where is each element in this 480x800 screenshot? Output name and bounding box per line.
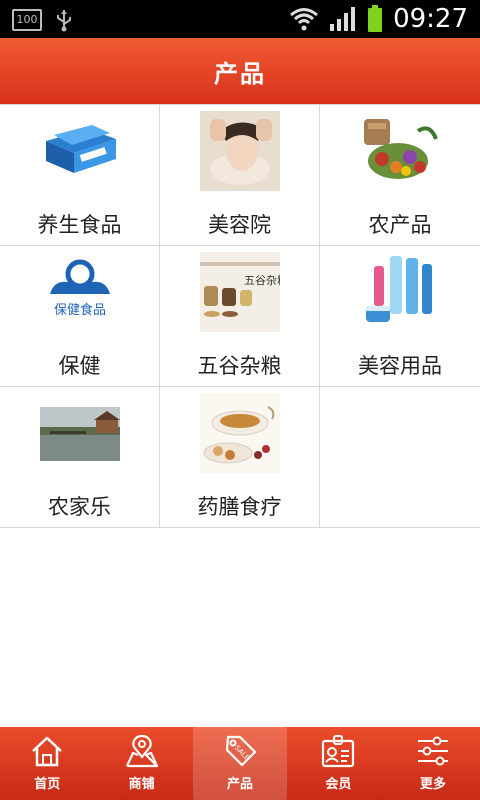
beauty-salon-image — [200, 111, 280, 191]
grid-item-label: 农产品 — [368, 213, 432, 237]
cosmetics-image — [360, 252, 440, 332]
grid-item-herbal-diet[interactable]: 药膳食疗 — [160, 387, 320, 528]
grid-item-label: 农家乐 — [48, 495, 111, 519]
health-food-box-image — [40, 111, 120, 191]
tab-label: 更多 — [419, 777, 446, 792]
header-bar: 产品 — [0, 38, 480, 105]
grid-item-cosmetics[interactable]: 美容用品 — [320, 246, 480, 387]
grid-item-health-care[interactable]: 保健食品 保健 — [0, 246, 160, 387]
tab-label: 首页 — [34, 777, 61, 792]
clock: 09:27 — [393, 4, 468, 34]
grid-item-empty — [320, 387, 480, 528]
grid-item-label: 药膳食疗 — [197, 495, 282, 519]
grains-image: 五谷杂粮 — [200, 252, 280, 332]
svg-text:五谷杂粮: 五谷杂粮 — [244, 273, 280, 287]
status-bar: 100 09:27 — [0, 0, 480, 38]
tab-shops[interactable]: 商铺 — [94, 727, 188, 800]
home-icon — [32, 736, 63, 767]
signal-icon — [330, 7, 356, 31]
settings-sliders-icon — [417, 736, 448, 766]
grid-item-label: 美容用品 — [358, 354, 442, 378]
grid-item-farm-produce[interactable]: 农产品 — [320, 105, 480, 246]
farm-produce-image — [360, 111, 440, 191]
svg-text:保健食品: 保健食品 — [54, 302, 106, 318]
shop-map-icon — [125, 734, 158, 768]
wifi-icon — [290, 8, 319, 31]
sale-tag-icon: SALE — [225, 735, 257, 767]
tab-label: 会员 — [325, 777, 352, 792]
grid-item-beauty-salon[interactable]: 美容院 — [160, 105, 320, 246]
battery-icon — [368, 5, 383, 32]
herbal-tea-image — [200, 393, 280, 473]
farmhouse-lake-image — [40, 393, 120, 473]
member-card-icon — [322, 735, 355, 768]
page-title: 产品 — [214, 59, 266, 88]
health-care-logo-image: 保健食品 — [40, 252, 120, 332]
tab-products[interactable]: SALE 产品 — [192, 727, 288, 800]
grid-item-grains[interactable]: 五谷杂粮 五谷杂粮 — [160, 246, 320, 387]
product-grid: 养生食品 美容院 农产品 保健食品 保健 五谷杂 五谷杂粮 美容用品 农家乐 药… — [0, 104, 480, 528]
tab-members[interactable]: 会员 — [291, 727, 385, 800]
grid-item-health-food[interactable]: 养生食品 — [0, 105, 160, 246]
grid-item-label: 保健 — [58, 354, 101, 378]
tab-more[interactable]: 更多 — [386, 727, 480, 800]
grid-item-label: 美容院 — [208, 213, 271, 237]
grid-item-label: 养生食品 — [37, 213, 122, 237]
usb-icon — [57, 10, 71, 32]
grid-item-farm-stay[interactable]: 农家乐 — [0, 387, 160, 528]
battery-level-icon: 100 — [12, 9, 42, 31]
grid-item-label: 五谷杂粮 — [197, 354, 282, 378]
tab-label: 商铺 — [128, 777, 155, 792]
bottom-tab-bar: 首页 商铺 SALE 产品 会员 更多 — [0, 727, 480, 800]
tab-home[interactable]: 首页 — [0, 727, 94, 800]
tab-label: 产品 — [227, 777, 254, 792]
